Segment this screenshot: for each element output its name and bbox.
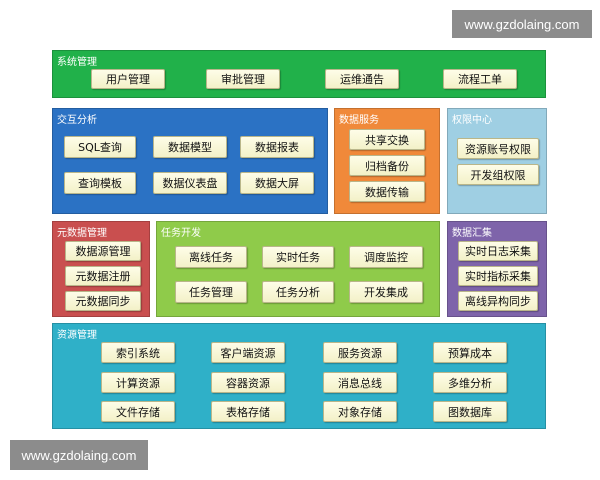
data-bigscreen-button[interactable]: 数据大屏 [240,172,314,194]
workflow-ticket-button[interactable]: 流程工单 [443,69,517,89]
file-storage-button[interactable]: 文件存储 [101,401,175,422]
metadata-register-button[interactable]: 元数据注册 [65,266,141,286]
panel-data-collection: 数据汇集 实时日志采集 实时指标采集 离线异构同步 [447,221,547,317]
panel-title: 元数据管理 [57,228,107,239]
panel-permission-center: 权限中心 资源账号权限 开发组权限 [447,108,547,214]
panel-metadata-management: 元数据管理 数据源管理 元数据注册 元数据同步 [52,221,150,317]
table-storage-button[interactable]: 表格存储 [211,401,285,422]
data-report-button[interactable]: 数据报表 [240,136,314,158]
datasource-management-button[interactable]: 数据源管理 [65,241,141,261]
container-resource-button[interactable]: 容器资源 [211,372,285,393]
panel-system-management: 系统管理 用户管理 审批管理 运维通告 流程工单 [52,50,546,98]
dev-group-permission-button[interactable]: 开发组权限 [457,164,539,185]
watermark-bottom: www.gzdolaing.com [10,440,148,470]
panel-resource-management: 资源管理 索引系统 客户端资源 服务资源 预算成本 计算资源 容器资源 消息总线… [52,323,546,429]
share-exchange-button[interactable]: 共享交换 [349,129,425,150]
query-template-button[interactable]: 查询模板 [64,172,136,194]
olap-analysis-button[interactable]: 多维分析 [433,372,507,393]
budget-cost-button[interactable]: 预算成本 [433,342,507,363]
ops-notice-button[interactable]: 运维通告 [325,69,399,89]
metadata-sync-button[interactable]: 元数据同步 [65,291,141,311]
data-dashboard-button[interactable]: 数据仪表盘 [153,172,227,194]
panel-title: 数据服务 [339,115,379,126]
schedule-monitor-button[interactable]: 调度监控 [349,246,423,268]
offline-task-button[interactable]: 离线任务 [175,246,247,268]
panel-title: 权限中心 [452,115,492,126]
watermark-top: www.gzdolaing.com [452,10,592,38]
task-management-button[interactable]: 任务管理 [175,281,247,303]
panel-data-service: 数据服务 共享交换 归档备份 数据传输 [334,108,440,214]
realtime-metric-collection-button[interactable]: 实时指标采集 [458,266,538,286]
service-resource-button[interactable]: 服务资源 [323,342,397,363]
graph-database-button[interactable]: 图数据库 [433,401,507,422]
panel-title: 资源管理 [57,330,97,341]
panel-title: 交互分析 [57,115,97,126]
panel-task-development: 任务开发 离线任务 实时任务 调度监控 任务管理 任务分析 开发集成 [156,221,440,317]
offline-heterogeneous-sync-button[interactable]: 离线异构同步 [458,291,538,311]
approval-management-button[interactable]: 审批管理 [206,69,280,89]
realtime-log-collection-button[interactable]: 实时日志采集 [458,241,538,261]
resource-account-permission-button[interactable]: 资源账号权限 [457,138,539,159]
compute-resource-button[interactable]: 计算资源 [101,372,175,393]
data-transfer-button[interactable]: 数据传输 [349,181,425,202]
realtime-task-button[interactable]: 实时任务 [262,246,334,268]
index-system-button[interactable]: 索引系统 [101,342,175,363]
sql-query-button[interactable]: SQL查询 [64,136,136,158]
dev-integration-button[interactable]: 开发集成 [349,281,423,303]
archive-backup-button[interactable]: 归档备份 [349,155,425,176]
object-storage-button[interactable]: 对象存储 [323,401,397,422]
task-analysis-button[interactable]: 任务分析 [262,281,334,303]
panel-title: 系统管理 [57,57,97,68]
user-management-button[interactable]: 用户管理 [91,69,165,89]
panel-interactive-analysis: 交互分析 SQL查询 数据模型 数据报表 查询模板 数据仪表盘 数据大屏 [52,108,328,214]
panel-title: 任务开发 [161,228,201,239]
client-resource-button[interactable]: 客户端资源 [211,342,285,363]
panel-title: 数据汇集 [452,228,492,239]
data-model-button[interactable]: 数据模型 [153,136,227,158]
message-bus-button[interactable]: 消息总线 [323,372,397,393]
